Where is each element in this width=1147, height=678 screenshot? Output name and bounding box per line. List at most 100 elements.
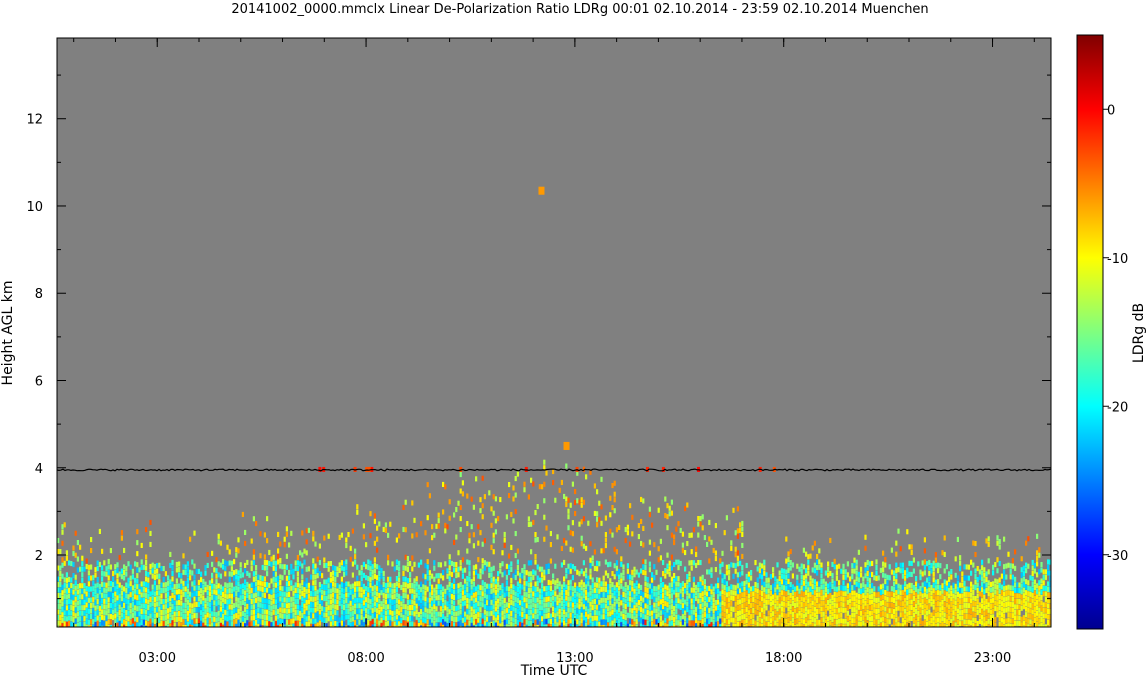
heatmap-cell [879,611,882,617]
heatmap-cell [1011,585,1014,591]
heatmap-cell [461,584,464,590]
heatmap-cell [719,558,722,564]
heatmap-cell [158,573,161,579]
heatmap-cell [655,597,658,603]
heatmap-cell [250,588,253,594]
heatmap-cell [116,617,119,623]
heatmap-cell [807,570,810,576]
heatmap-cell [180,573,183,579]
heatmap-cell [824,581,827,587]
heatmap-cell [840,612,843,618]
heatmap-cell [585,600,588,606]
heatmap-cell [457,588,460,594]
heatmap-cell [1003,575,1006,581]
heatmap-cell [244,612,247,618]
heatmap-cell [323,557,326,563]
heatmap-cell [644,570,647,576]
heatmap-cell [307,599,310,605]
heatmap-cell [83,566,86,572]
heatmap-cell [560,611,563,617]
heatmap-cell [910,599,913,605]
heatmap-cell [360,587,363,593]
heatmap-cell [369,604,372,610]
heatmap-cell [503,592,506,598]
heatmap-cell [712,608,715,614]
heatmap-cell [455,534,458,540]
heatmap-cell [670,582,673,588]
heatmap-cell [142,592,145,598]
heatmap-cell [545,586,548,592]
heatmap-cell [63,593,66,599]
heatmap-cell [596,577,599,583]
heatmap-cell [503,537,506,543]
heatmap-cell [818,564,821,570]
heatmap-cell [741,526,744,532]
heatmap-cell [552,579,555,585]
heatmap-cell [321,573,324,579]
heatmap-cell [334,582,337,588]
heatmap-cell [875,559,878,565]
heatmap-cell [87,625,90,627]
heatmap-cell [611,615,614,621]
heatmap-cell [780,601,783,607]
heatmap-cell [923,614,926,620]
heatmap-cell [631,597,634,603]
heatmap-cell [343,616,346,622]
heatmap-cell [620,600,623,606]
heatmap-cell [1018,621,1021,627]
heatmap-cell [741,570,744,576]
heatmap-cell [508,614,511,620]
heatmap-cell [402,598,405,604]
heatmap-cell [598,561,601,567]
heatmap-cell [1011,596,1014,602]
heatmap-cell [241,583,244,589]
heatmap-cell [464,600,467,606]
heatmap-cell [481,514,484,520]
heatmap-cell [116,600,119,606]
heatmap-cell [525,586,528,592]
heatmap-cell [919,619,922,625]
heatmap-cell [692,593,695,599]
heatmap-cell [624,527,627,533]
heatmap-cell [171,559,174,565]
heatmap-cell [956,586,959,592]
heatmap-cell [349,595,352,601]
heatmap-cell [435,589,438,595]
heatmap-cell [928,559,931,565]
heatmap-cell [970,620,973,626]
heatmap-cell [384,615,387,621]
heatmap-cell [589,623,592,627]
heatmap-cell [200,593,203,599]
heatmap-cell [219,601,222,607]
heatmap-cell [796,580,799,586]
heatmap-cell [327,599,330,605]
heatmap-cell [675,592,678,598]
heatmap-cell [666,618,669,624]
heatmap-cell [373,623,376,627]
heatmap-cell [974,623,977,627]
heatmap-cell [963,619,966,625]
heatmap-cell [699,576,702,582]
heatmap-cell [855,581,858,587]
heatmap-cell [235,591,238,597]
heatmap-cell [158,623,161,627]
heatmap-cell [532,574,535,580]
heatmap-cell [827,589,830,595]
heatmap-cell [677,603,680,609]
heatmap-cell [189,608,192,614]
heatmap-cell [879,589,882,595]
heatmap-cell [926,561,929,567]
heatmap-cell [1018,582,1021,588]
heatmap-cell [589,590,592,596]
heatmap-cell [989,620,992,626]
heatmap-cell [387,604,390,610]
heatmap-cell [72,584,75,590]
heatmap-cell [468,560,471,566]
heatmap-cell [820,601,823,607]
heatmap-cell [688,620,691,626]
heatmap-cell [468,615,471,621]
heatmap-cell [118,615,121,621]
heatmap-cell [329,572,332,578]
heatmap-cell [741,531,744,537]
heatmap-cell [519,589,522,595]
